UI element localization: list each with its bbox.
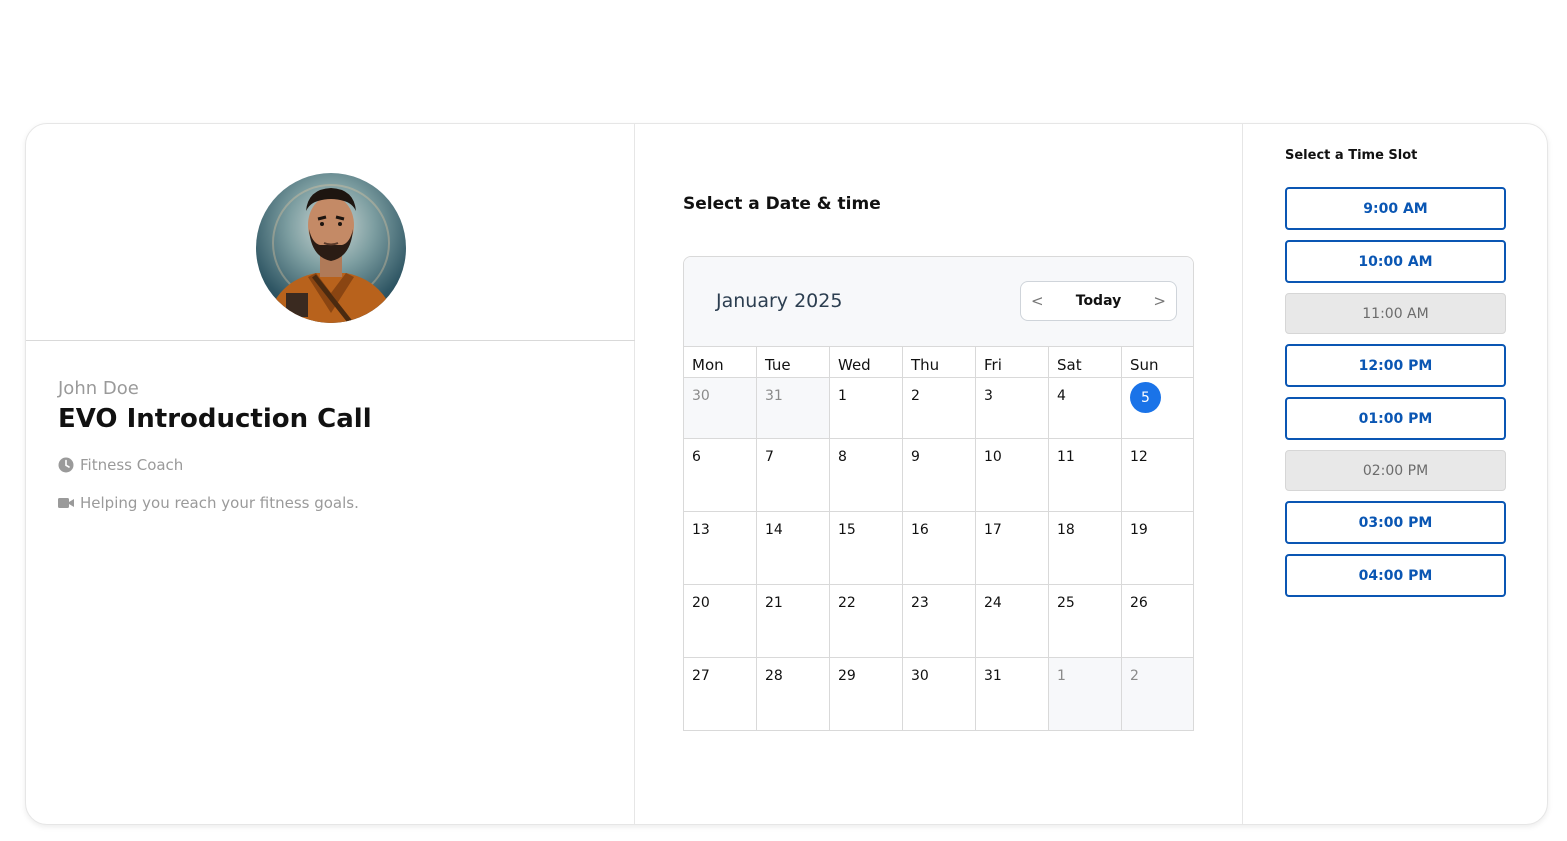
- calendar-day[interactable]: 30: [684, 378, 757, 439]
- time-slot-button[interactable]: 9:00 AM: [1285, 187, 1506, 230]
- week-row: 20 21 22 23 24 25 26: [684, 585, 1193, 658]
- time-slot-title: Select a Time Slot: [1285, 148, 1418, 163]
- date-panel: Select a Date & time January 2025 < Toda…: [635, 124, 1243, 824]
- calendar-nav: < Today >: [1020, 281, 1177, 321]
- calendar-day[interactable]: 20: [684, 585, 757, 658]
- calendar-header: January 2025 < Today >: [684, 257, 1193, 346]
- weekday-label: Thu: [903, 346, 976, 378]
- time-slot-button-disabled: 11:00 AM: [1285, 293, 1506, 334]
- calendar-day[interactable]: 15: [830, 512, 903, 585]
- calendar-day[interactable]: 9: [903, 439, 976, 512]
- weekday-label: Sun: [1122, 346, 1193, 378]
- calendar-day[interactable]: 7: [757, 439, 830, 512]
- role-label: Fitness Coach: [80, 456, 184, 474]
- role-row: Fitness Coach: [58, 456, 183, 474]
- calendar-day[interactable]: 17: [976, 512, 1049, 585]
- avatar-illustration: [266, 184, 396, 323]
- calendar-day[interactable]: 12: [1122, 439, 1193, 512]
- calendar-day[interactable]: 31: [757, 378, 830, 439]
- description-label: Helping you reach your fitness goals.: [80, 494, 359, 512]
- month-title: January 2025: [716, 290, 843, 312]
- calendar-day[interactable]: 8: [830, 439, 903, 512]
- time-slot-button-disabled: 02:00 PM: [1285, 450, 1506, 491]
- event-title: EVO Introduction Call: [58, 404, 372, 434]
- weekday-label: Tue: [757, 346, 830, 378]
- weekday-label: Fri: [976, 346, 1049, 378]
- time-slot-button[interactable]: 03:00 PM: [1285, 501, 1506, 544]
- calendar-day[interactable]: 22: [830, 585, 903, 658]
- avatar-section: [26, 124, 635, 341]
- weekday-label: Mon: [684, 346, 757, 378]
- selected-day-marker: 5: [1130, 382, 1161, 413]
- calendar-day[interactable]: 31: [976, 658, 1049, 730]
- time-slot-panel: Select a Time Slot 9:00 AM 10:00 AM 11:0…: [1243, 124, 1547, 824]
- time-slot-button[interactable]: 04:00 PM: [1285, 554, 1506, 597]
- next-month-button[interactable]: >: [1153, 292, 1166, 310]
- week-row: 30 31 1 2 3 4 5: [684, 378, 1193, 439]
- calendar-grid: Mon Tue Wed Thu Fri Sat Sun 30 31 1 2 3 …: [684, 346, 1193, 730]
- calendar-day[interactable]: 27: [684, 658, 757, 730]
- booking-card: John Doe EVO Introduction Call Fitness C…: [25, 123, 1548, 825]
- calendar-day[interactable]: 6: [684, 439, 757, 512]
- weekday-label: Wed: [830, 346, 903, 378]
- calendar-day[interactable]: 2: [1122, 658, 1193, 730]
- calendar: January 2025 < Today > Mon Tue Wed Thu F…: [683, 256, 1194, 731]
- calendar-day[interactable]: 2: [903, 378, 976, 439]
- calendar-day[interactable]: 4: [1049, 378, 1122, 439]
- calendar-day[interactable]: 24: [976, 585, 1049, 658]
- calendar-day[interactable]: 14: [757, 512, 830, 585]
- host-panel: John Doe EVO Introduction Call Fitness C…: [26, 124, 635, 824]
- calendar-day[interactable]: 21: [757, 585, 830, 658]
- time-slot-button[interactable]: 01:00 PM: [1285, 397, 1506, 440]
- time-slot-button[interactable]: 10:00 AM: [1285, 240, 1506, 283]
- calendar-day[interactable]: 1: [830, 378, 903, 439]
- calendar-day[interactable]: 18: [1049, 512, 1122, 585]
- video-camera-icon: [58, 498, 74, 508]
- calendar-day[interactable]: 26: [1122, 585, 1193, 658]
- description-row: Helping you reach your fitness goals.: [58, 494, 359, 512]
- date-heading: Select a Date & time: [683, 194, 881, 214]
- week-row: 27 28 29 30 31 1 2: [684, 658, 1193, 730]
- calendar-day[interactable]: 11: [1049, 439, 1122, 512]
- calendar-day[interactable]: 16: [903, 512, 976, 585]
- calendar-day[interactable]: 30: [903, 658, 976, 730]
- week-row: 13 14 15 16 17 18 19: [684, 512, 1193, 585]
- prev-month-button[interactable]: <: [1031, 292, 1044, 310]
- calendar-day[interactable]: 19: [1122, 512, 1193, 585]
- calendar-day[interactable]: 29: [830, 658, 903, 730]
- today-button[interactable]: Today: [1076, 293, 1121, 309]
- week-row: 6 7 8 9 10 11 12: [684, 439, 1193, 512]
- host-name: John Doe: [58, 378, 139, 399]
- calendar-day[interactable]: 25: [1049, 585, 1122, 658]
- clock-icon: [58, 457, 74, 473]
- calendar-day[interactable]: 1: [1049, 658, 1122, 730]
- weekday-row: Mon Tue Wed Thu Fri Sat Sun: [684, 346, 1193, 378]
- avatar: [256, 173, 406, 323]
- calendar-day[interactable]: 3: [976, 378, 1049, 439]
- calendar-day[interactable]: 13: [684, 512, 757, 585]
- calendar-day[interactable]: 23: [903, 585, 976, 658]
- time-slot-button[interactable]: 12:00 PM: [1285, 344, 1506, 387]
- weekday-label: Sat: [1049, 346, 1122, 378]
- calendar-day[interactable]: 28: [757, 658, 830, 730]
- calendar-day-selected[interactable]: 5: [1122, 378, 1193, 439]
- calendar-day[interactable]: 10: [976, 439, 1049, 512]
